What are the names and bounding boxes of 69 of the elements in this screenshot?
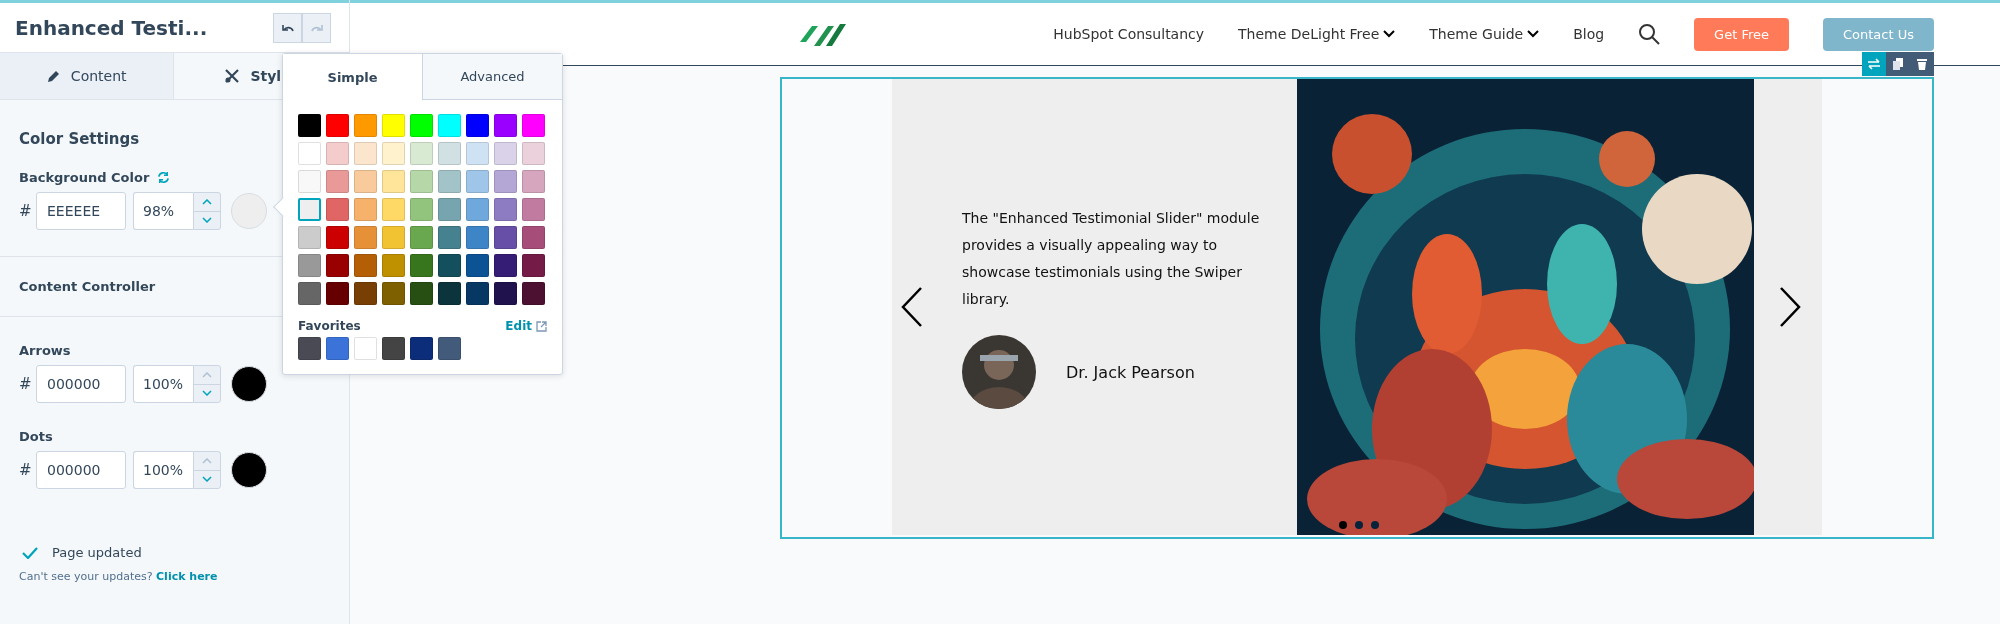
undo-button[interactable] bbox=[273, 12, 302, 43]
chevron-up-icon bbox=[202, 198, 212, 205]
chevron-down-icon bbox=[1383, 30, 1396, 38]
opacity-input-field[interactable]: 100% bbox=[133, 365, 193, 403]
favorite-swatch[interactable] bbox=[410, 337, 433, 360]
module-title: Enhanced Testi... bbox=[15, 15, 208, 40]
section-title: Color Settings bbox=[19, 130, 140, 148]
nav-link[interactable]: Theme DeLight Free bbox=[1238, 26, 1396, 42]
nav-link[interactable]: Theme Guide bbox=[1429, 26, 1540, 42]
field-label: Arrows bbox=[19, 343, 71, 358]
refresh-icon[interactable] bbox=[157, 171, 171, 184]
hex-input-field[interactable]: EEEEEE bbox=[36, 192, 126, 230]
swap-icon bbox=[1867, 58, 1881, 70]
field-label: Background Color bbox=[19, 170, 150, 185]
picker-tab[interactable]: Simple bbox=[283, 54, 422, 100]
redo-icon bbox=[309, 22, 324, 33]
external-link-icon bbox=[536, 320, 547, 332]
chevron-down-icon bbox=[202, 476, 212, 483]
favorite-swatch[interactable] bbox=[354, 337, 377, 360]
testimonial-quote: The "Enhanced Testimonial Slider" module provides a visually appealing way to showcase testimonials using the Swiper library. bbox=[962, 209, 1261, 309]
color-preview[interactable] bbox=[231, 366, 267, 402]
section-title: Content Controller bbox=[19, 279, 156, 294]
chevron-down-icon bbox=[202, 390, 212, 397]
chevron-down-icon bbox=[202, 217, 212, 224]
check-icon bbox=[22, 546, 38, 559]
stepper[interactable] bbox=[193, 192, 221, 230]
color-preview[interactable] bbox=[231, 193, 267, 229]
chevron-up-icon bbox=[202, 371, 212, 378]
field-label: Dots bbox=[19, 429, 53, 444]
pencil-icon bbox=[46, 69, 61, 83]
nav-link[interactable]: HubSpot Consultancy bbox=[1053, 26, 1205, 42]
favorite-swatch[interactable] bbox=[438, 337, 461, 360]
opacity-input-field[interactable]: 98% bbox=[133, 192, 193, 230]
trash-icon bbox=[1917, 58, 1927, 70]
chevron-down-icon bbox=[1527, 30, 1540, 38]
hash-prefix: # bbox=[19, 461, 29, 479]
brush-icon bbox=[224, 68, 241, 84]
click-here-link[interactable]: Click here bbox=[156, 570, 218, 583]
hint-text: Can't see your updates? Click here bbox=[18, 569, 219, 585]
pagination-dot[interactable] bbox=[1355, 521, 1363, 529]
pagination-dot[interactable] bbox=[1371, 521, 1379, 529]
color-swatch[interactable] bbox=[298, 198, 321, 221]
favorite-swatch[interactable] bbox=[298, 337, 321, 360]
stepper[interactable] bbox=[193, 365, 221, 403]
search-icon[interactable] bbox=[1638, 23, 1661, 45]
hex-input-field[interactable]: 000000 bbox=[36, 365, 126, 403]
author-name: Dr. Jack Pearson bbox=[1066, 362, 1195, 382]
opacity-input-field[interactable]: 100% bbox=[133, 451, 193, 489]
chevron-right-icon bbox=[1779, 286, 1801, 328]
sidebar-tab[interactable]: Content bbox=[0, 53, 175, 99]
hash-prefix: # bbox=[19, 202, 29, 220]
hex-input-field[interactable]: 000000 bbox=[36, 451, 126, 489]
stepper[interactable] bbox=[193, 451, 221, 489]
edit-link[interactable]: Edit bbox=[505, 319, 547, 333]
hash-prefix: # bbox=[19, 375, 29, 393]
nav-link[interactable]: Blog bbox=[1573, 26, 1605, 42]
chevron-up-icon bbox=[202, 457, 212, 464]
favorite-swatch[interactable] bbox=[326, 337, 349, 360]
copy-button[interactable] bbox=[1886, 52, 1910, 76]
copy-icon bbox=[1893, 58, 1903, 70]
chevron-left-icon bbox=[901, 286, 923, 328]
undo-icon bbox=[280, 22, 295, 33]
color-preview[interactable] bbox=[231, 452, 267, 488]
favorite-swatch[interactable] bbox=[382, 337, 405, 360]
pagination-dot[interactable] bbox=[1339, 521, 1347, 529]
favorites-label: Favorites bbox=[298, 319, 361, 333]
picker-tab[interactable]: Advanced bbox=[422, 54, 562, 100]
status-text: Page updated bbox=[52, 545, 142, 560]
delete-button[interactable] bbox=[1910, 52, 1934, 76]
